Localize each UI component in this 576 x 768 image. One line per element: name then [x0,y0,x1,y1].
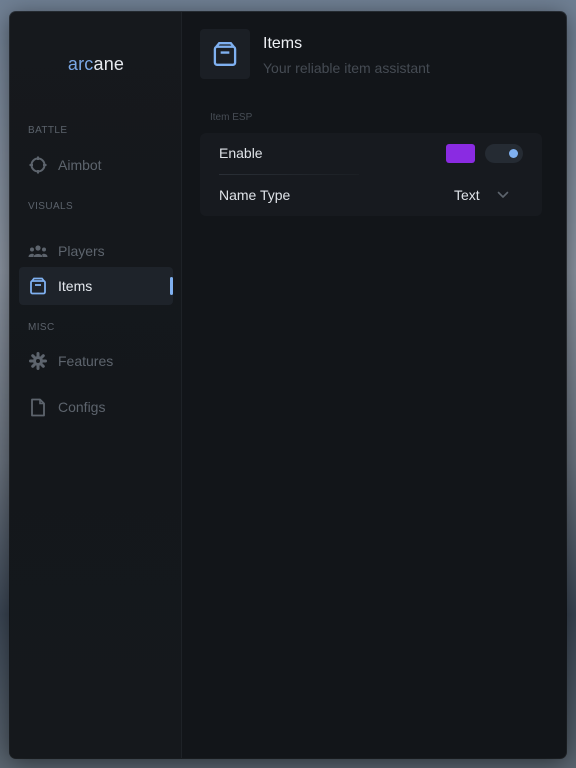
sidebar: arcane BATTLE Aimbot VISUALS Players Ite… [10,12,182,758]
sidebar-item-configs[interactable]: Configs [19,388,173,426]
item-esp-card: Enable Name Type Text [200,133,542,216]
sidebar-item-label: Aimbot [58,157,102,173]
section-label-misc: MISC [28,322,55,333]
sidebar-item-aimbot[interactable]: Aimbot [19,146,173,184]
enable-toggle[interactable] [485,144,523,163]
sidebar-item-label: Items [58,278,93,294]
name-type-row: Name Type Text [200,175,542,215]
page-subtitle: Your reliable item assistant [263,60,430,76]
group-label-item-esp: Item ESP [210,112,253,123]
file-icon [28,397,48,417]
active-indicator [170,277,173,295]
sidebar-item-items[interactable]: Items [19,267,173,305]
name-type-value: Text [454,187,480,203]
name-type-label: Name Type [219,187,291,203]
brand-logo-part1: arc [67,54,94,74]
sidebar-item-label: Features [58,353,114,369]
box-icon [28,276,48,296]
chevron-down-icon [497,189,509,201]
sidebar-item-label: Configs [58,399,106,415]
name-type-select[interactable]: Text [452,183,522,207]
gear-icon [28,351,48,371]
sidebar-item-players[interactable]: Players [19,232,173,270]
enable-label: Enable [219,145,263,161]
section-label-battle: BATTLE [28,125,68,136]
page-title: Items [263,35,303,52]
main-panel: Items Your reliable item assistant Item … [182,12,566,758]
toggle-knob [509,149,518,158]
sidebar-item-features[interactable]: Features [19,342,173,380]
sidebar-item-label: Players [58,243,105,259]
enable-row: Enable [200,133,542,173]
app-window: arcane BATTLE Aimbot VISUALS Players Ite… [10,12,566,758]
section-label-visuals: VISUALS [28,201,74,212]
brand-logo-part2: ane [93,54,125,74]
users-icon [28,241,48,261]
header-box-icon [200,29,250,79]
crosshair-icon [28,155,48,175]
brand-logo: arcane [10,54,182,75]
color-picker-swatch[interactable] [446,144,475,163]
